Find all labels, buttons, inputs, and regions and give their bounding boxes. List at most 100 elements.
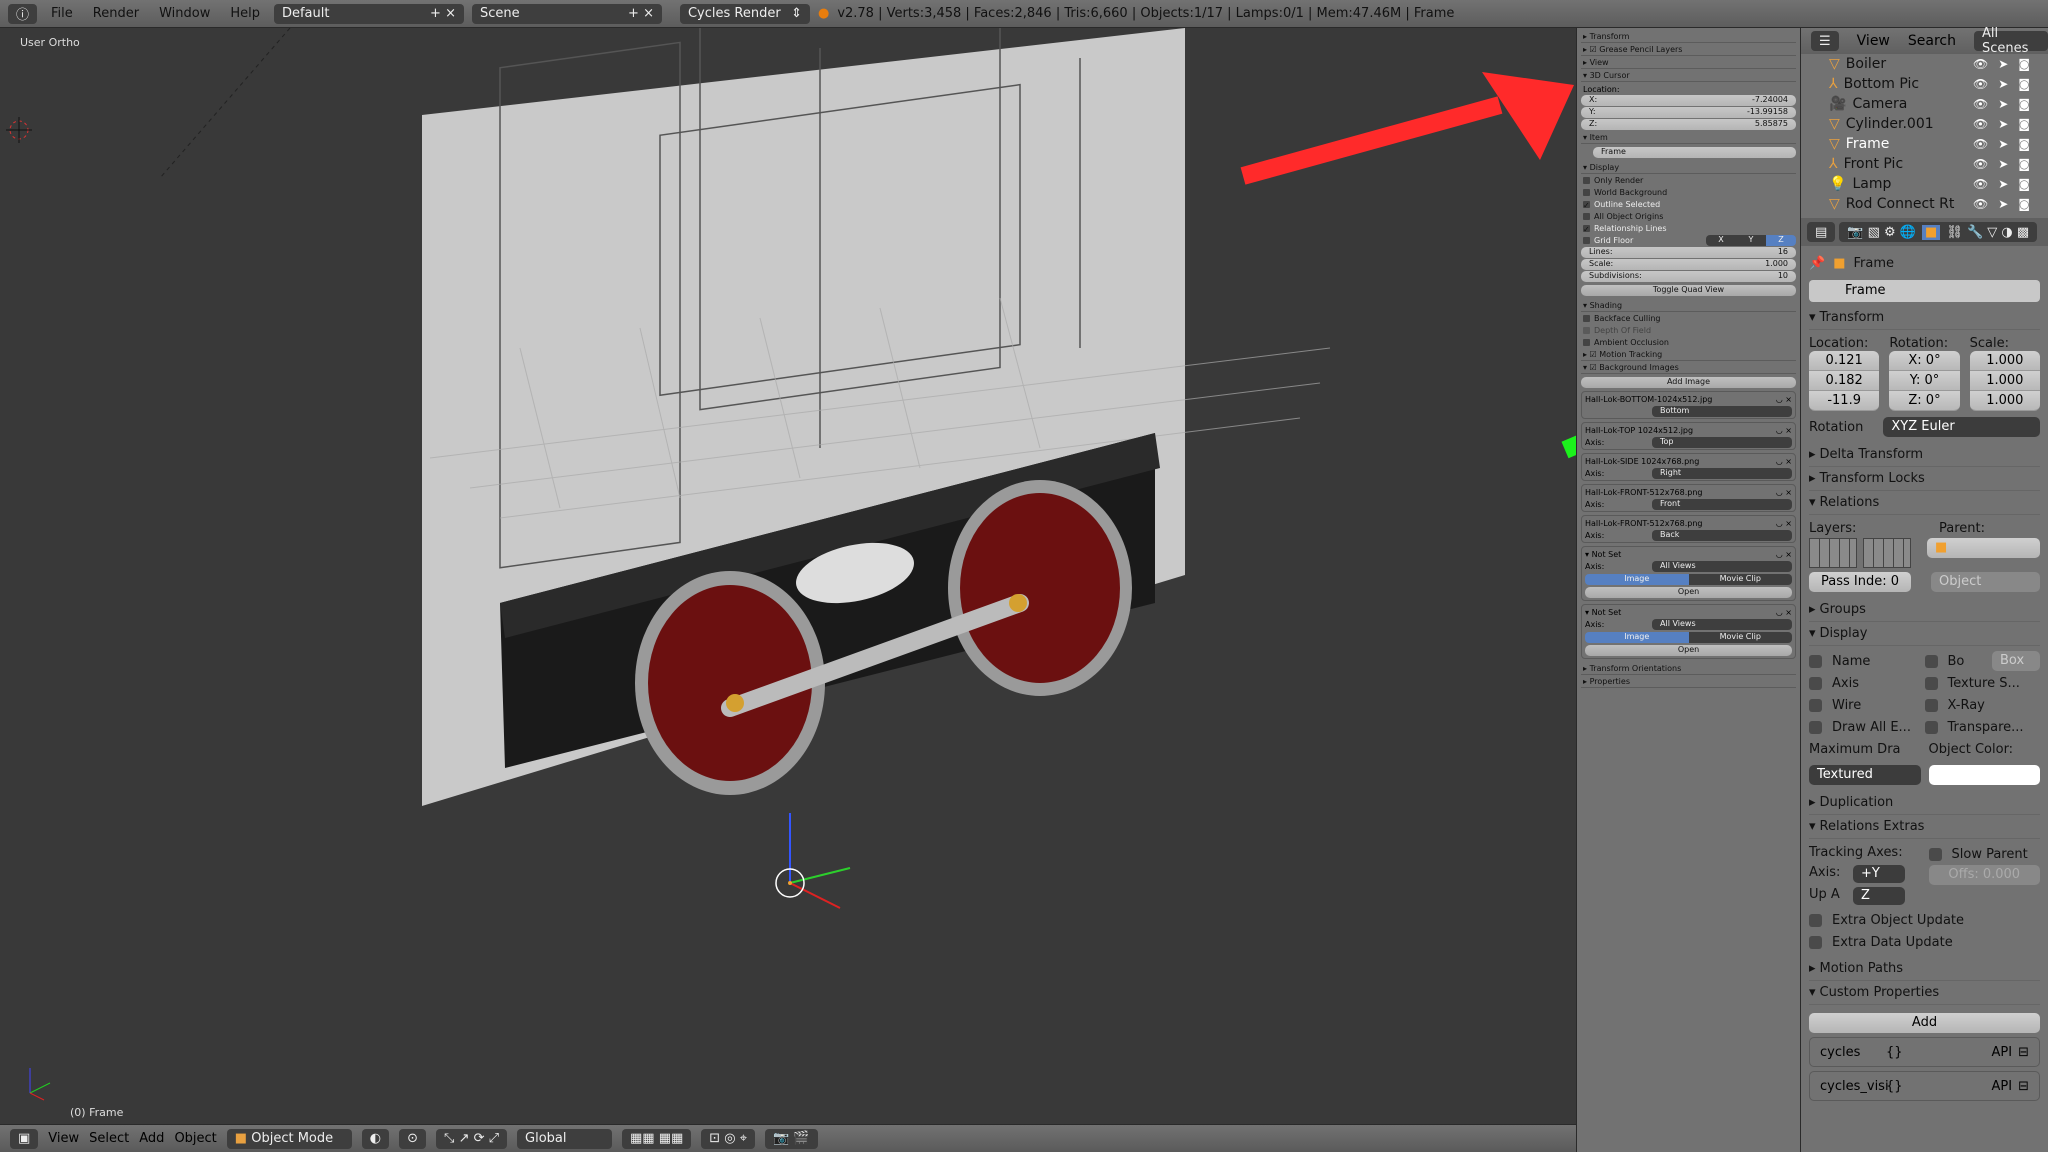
panel-motion-tracking[interactable]: ▸ ☑ Motion Tracking	[1581, 348, 1796, 361]
only-render-checkbox[interactable]: Only Render	[1581, 174, 1796, 186]
editor-type-icon[interactable]: ▣	[10, 1128, 39, 1149]
grid-subdivisions-field[interactable]: Subdivisions: 10	[1581, 271, 1796, 282]
remove-icon[interactable]: ⊟	[2018, 1045, 2029, 1060]
pass-index-field[interactable]: Pass Inde: 0	[1809, 572, 1911, 592]
context-tabs[interactable]: 📷 ▧ ⚙ 🌐 ■ ⛓ 🔧 ▽ ◑ ▩	[1839, 222, 2038, 242]
bg-image-item[interactable]: Hall-Lok-SIDE 1024x768.png ◡ × Axis: Right	[1581, 453, 1796, 481]
panel-transform-orientations[interactable]: ▸ Transform Orientations	[1581, 662, 1796, 675]
depth-of-field-checkbox[interactable]: Depth Of Field	[1581, 324, 1796, 336]
pivot-select[interactable]: ⊙	[399, 1128, 427, 1149]
visibility-eye-icon[interactable]: 👁	[1973, 77, 1988, 91]
location-x[interactable]: 0.121	[1809, 351, 1880, 371]
panel-properties[interactable]: ▸ Properties	[1581, 675, 1796, 688]
panel-shading[interactable]: ▾ Shading	[1581, 299, 1796, 312]
grid-lines-field[interactable]: Lines: 16	[1581, 247, 1796, 258]
panel-relations[interactable]: ▾ Relations	[1809, 491, 2040, 515]
3d-viewport[interactable]: User Ortho (0) Frame	[0, 28, 1576, 1124]
render-camera-icon[interactable]: ◙	[2018, 157, 2030, 171]
menu-object[interactable]: Object	[174, 1131, 216, 1146]
item-name-field[interactable]: Frame	[1593, 147, 1796, 158]
visibility-eye-icon[interactable]: 👁	[1973, 57, 1988, 71]
visibility-eye-icon[interactable]: 👁	[1973, 197, 1988, 211]
visibility-eye-icon[interactable]: 👁	[1973, 117, 1988, 131]
toggle-quad-view-button[interactable]: Toggle Quad View	[1581, 285, 1796, 296]
outliner-item[interactable]: ▽ Rod Connect Rt 👁 ➤ ◙	[1801, 194, 2048, 214]
cursor-x-field[interactable]: X: -7.24004	[1581, 95, 1796, 106]
menu-view[interactable]: View	[48, 1131, 79, 1146]
panel-display[interactable]: ▾ Display	[1581, 161, 1796, 174]
outliner-item[interactable]: ⅄ Front Pic 👁 ➤ ◙	[1801, 154, 2048, 174]
pin-icon[interactable]: 📌	[1809, 256, 1825, 271]
extra-data-update-checkbox[interactable]: Extra Data Update	[1809, 931, 2040, 953]
outliner-item[interactable]: 💡 Lamp 👁 ➤ ◙	[1801, 174, 2048, 194]
panel-background-images[interactable]: ▾ ☑ Background Images	[1581, 361, 1796, 374]
editor-type-icon[interactable]: ☰	[1811, 31, 1839, 51]
panel-transform[interactable]: ▾ Transform	[1809, 306, 2040, 330]
visibility-eye-icon[interactable]: 👁	[1973, 157, 1988, 171]
layers-grid-2[interactable]	[1863, 538, 1911, 568]
slow-parent-checkbox[interactable]: Slow Parent	[1928, 845, 2041, 863]
render-camera-icon[interactable]: ◙	[2018, 97, 2030, 111]
scale-z[interactable]: 1.000	[1969, 391, 2040, 411]
selectable-cursor-icon[interactable]: ➤	[1998, 77, 2008, 91]
bg-image-item[interactable]: Hall-Lok-FRONT-512x768.png ◡ × Axis: Front	[1581, 484, 1796, 512]
ambient-occlusion-checkbox[interactable]: Ambient Occlusion	[1581, 336, 1796, 348]
bounds-checkbox[interactable]: Bo Box	[1924, 650, 2040, 672]
add-close-icon[interactable]: + ×	[430, 6, 456, 21]
panel-transform[interactable]: ▸ Transform	[1581, 30, 1796, 43]
panel-transform-locks[interactable]: ▸ Transform Locks	[1809, 467, 2040, 491]
menu-help[interactable]: Help	[224, 6, 266, 21]
bg-image-item[interactable]: Hall-Lok-FRONT-512x768.png ◡ × Axis: Back	[1581, 515, 1796, 543]
render-camera-icon[interactable]: ◙	[2018, 77, 2030, 91]
xray-checkbox[interactable]: X-Ray	[1924, 694, 2041, 716]
axis-checkbox[interactable]: Axis	[1809, 672, 1925, 694]
visibility-eye-icon[interactable]: 👁	[1973, 137, 1988, 151]
transparency-checkbox[interactable]: Transpare...	[1924, 716, 2041, 738]
object-color-swatch[interactable]	[1928, 765, 2040, 785]
add-close-icon[interactable]: + ×	[628, 6, 654, 21]
scale-x[interactable]: 1.000	[1969, 351, 2040, 371]
panel-relations-extras[interactable]: ▾ Relations Extras	[1809, 815, 2040, 839]
wire-checkbox[interactable]: Wire	[1809, 694, 1925, 716]
cursor-z-field[interactable]: Z: 5.85875	[1581, 119, 1796, 130]
object-name-field[interactable]: Frame	[1809, 280, 2040, 302]
selectable-cursor-icon[interactable]: ➤	[1998, 117, 2008, 131]
relationship-lines-checkbox[interactable]: ✓ Relationship Lines	[1581, 222, 1796, 234]
bg-image-unset[interactable]: ▾ Not Set ◡ × Axis: All Views Image Movie Cli…	[1581, 546, 1796, 601]
layers-grid-1[interactable]	[1809, 538, 1857, 568]
render-camera-icon[interactable]: ◙	[2018, 57, 2030, 71]
up-axis-select[interactable]: Z	[1853, 887, 1905, 905]
outline-selected-checkbox[interactable]: ✓ Outline Selected	[1581, 198, 1796, 210]
snap-icons[interactable]: ⊡ ◎ ⌖	[701, 1128, 756, 1149]
display-mode-select[interactable]: All Scenes	[1974, 26, 2048, 56]
outliner-item[interactable]: 🎥 Camera 👁 ➤ ◙	[1801, 94, 2048, 114]
render-icons[interactable]: 📷 🎬	[765, 1128, 818, 1149]
selectable-cursor-icon[interactable]: ➤	[1998, 57, 2008, 71]
scale-y[interactable]: 1.000	[1969, 371, 2040, 391]
scene-select[interactable]: Scene + ×	[471, 3, 662, 24]
render-camera-icon[interactable]: ◙	[2018, 177, 2030, 191]
outliner-item[interactable]: ▽ Cylinder.001 👁 ➤ ◙	[1801, 114, 2048, 134]
editor-type-icon[interactable]: ▤	[1807, 222, 1836, 242]
slow-parent-offset[interactable]: Offs: 0.000	[1928, 865, 2040, 885]
world-background-checkbox[interactable]: World Background	[1581, 186, 1796, 198]
add-image-button[interactable]: Add Image	[1581, 377, 1796, 388]
visibility-eye-icon[interactable]: 👁	[1973, 177, 1988, 191]
selectable-cursor-icon[interactable]: ➤	[1998, 137, 2008, 151]
location-y[interactable]: 0.182	[1809, 371, 1880, 391]
max-draw-type-select[interactable]: Textured	[1809, 765, 1921, 785]
extra-object-update-checkbox[interactable]: Extra Object Update	[1809, 909, 2040, 931]
panel-delta-transform[interactable]: ▸ Delta Transform	[1809, 443, 2040, 467]
track-axis-select[interactable]: +Y	[1853, 865, 1905, 883]
selectable-cursor-icon[interactable]: ➤	[1998, 197, 2008, 211]
parent-field[interactable]: ■	[1927, 538, 2040, 558]
mode-select[interactable]: ■ Object Mode	[226, 1128, 352, 1149]
menu-window[interactable]: Window	[153, 6, 216, 21]
panel-item[interactable]: ▾ Item	[1581, 131, 1796, 144]
rotation-mode-select[interactable]: XYZ Euler	[1883, 417, 2040, 437]
render-camera-icon[interactable]: ◙	[2018, 197, 2030, 211]
menu-view[interactable]: View	[1857, 33, 1890, 49]
parent-type-select[interactable]: Object	[1931, 572, 2040, 592]
panel-motion-paths[interactable]: ▸ Motion Paths	[1809, 957, 2040, 981]
orientation-select[interactable]: Global	[517, 1128, 613, 1149]
